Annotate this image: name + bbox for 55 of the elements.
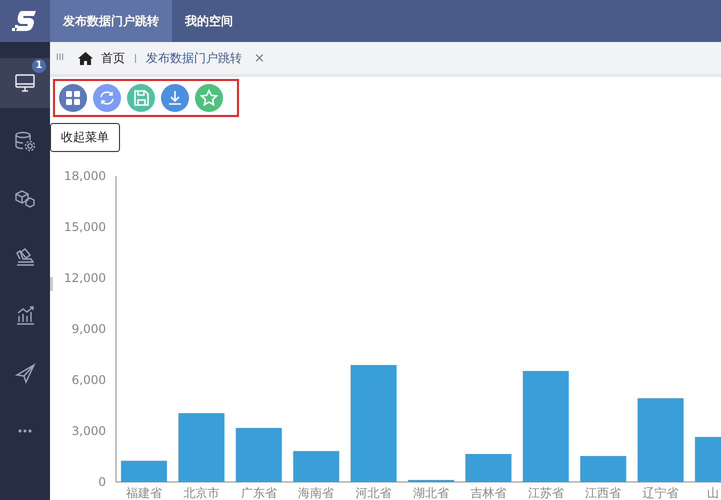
refresh-button[interactable] (93, 84, 121, 112)
download-icon (166, 89, 184, 107)
grid-icon (64, 89, 82, 107)
x-tick-label: 山 (707, 486, 719, 500)
download-button[interactable] (161, 84, 189, 112)
bar (121, 460, 167, 482)
monitor-icon (14, 72, 36, 94)
bar-chart-icon (14, 304, 36, 326)
save-icon (132, 89, 150, 107)
stamp-icon (14, 246, 36, 268)
refresh-icon (98, 89, 116, 107)
resize-handle[interactable] (50, 277, 53, 291)
tooltip: 收起菜单 (50, 123, 120, 152)
x-tick-label: 河北省 (356, 486, 392, 500)
favorite-button[interactable] (195, 84, 223, 112)
menu-toggle[interactable]: III (56, 53, 64, 63)
y-tick-label: 18,000 (64, 169, 106, 183)
x-tick-label: 广东省 (240, 486, 277, 500)
top-tab[interactable]: 我的空间 (172, 0, 246, 42)
star-icon (200, 89, 218, 107)
y-tick-label: 6,000 (72, 373, 106, 387)
paper-plane-icon (14, 362, 36, 384)
database-gear-icon (14, 130, 36, 152)
notification-badge: 1 (32, 59, 46, 73)
bar (580, 456, 626, 482)
x-tick-label: 北京市 (183, 486, 220, 500)
bar (695, 436, 721, 482)
more-icon (18, 429, 32, 433)
close-icon[interactable]: × (254, 50, 265, 66)
x-tick-label: 吉林省 (470, 486, 506, 500)
y-tick-label: 12,000 (64, 271, 106, 285)
cubes-icon (14, 188, 36, 210)
sidebar-item[interactable]: 1 (0, 58, 50, 108)
bar (408, 480, 454, 482)
bar (293, 451, 340, 482)
x-tick-label: 江西省 (585, 486, 622, 500)
home-icon (78, 52, 93, 64)
y-tick-label: 15,000 (64, 220, 106, 234)
y-tick-label: 9,000 (72, 322, 106, 336)
y-tick-label: 0 (98, 475, 106, 489)
y-tick-label: 3,000 (72, 424, 106, 438)
page-tab[interactable]: 发布数据门户跳转 (146, 50, 242, 66)
x-tick-label: 江苏省 (528, 486, 564, 500)
home-link[interactable]: 首页 (100, 50, 125, 66)
bar (178, 413, 224, 482)
x-tick-label: 湖北省 (413, 486, 449, 500)
logo-icon (12, 9, 38, 33)
save-button[interactable] (127, 84, 155, 112)
top-tab[interactable]: 发布数据门户跳转 (50, 0, 172, 42)
x-tick-label: 福建省 (126, 486, 162, 500)
grid-button[interactable] (59, 84, 87, 112)
x-tick-label: 辽宁省 (642, 486, 679, 500)
bar (236, 428, 282, 482)
bar (465, 454, 512, 482)
x-tick-label: 海南省 (298, 486, 334, 500)
